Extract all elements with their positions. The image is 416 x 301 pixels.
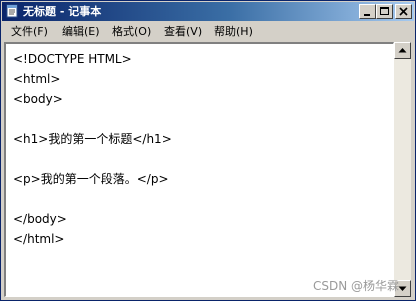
notepad-icon[interactable] bbox=[5, 4, 19, 18]
maximize-icon bbox=[380, 7, 389, 15]
vertical-scrollbar[interactable] bbox=[394, 42, 411, 297]
editor-content[interactable]: <!DOCTYPE HTML> <html> <body> <h1>我的第一个标… bbox=[13, 49, 172, 249]
menu-view[interactable]: 查看(V) bbox=[164, 25, 202, 39]
editor-line[interactable]: <!DOCTYPE HTML> bbox=[13, 49, 172, 69]
editor-line[interactable]: </body> bbox=[13, 209, 172, 229]
menu-help[interactable]: 帮助(H) bbox=[214, 25, 253, 39]
editor-line[interactable] bbox=[13, 189, 172, 209]
minimize-icon bbox=[364, 14, 370, 16]
editor-line[interactable] bbox=[13, 149, 172, 169]
minimize-button[interactable] bbox=[359, 4, 376, 19]
close-icon bbox=[399, 7, 408, 16]
scroll-up-button[interactable] bbox=[394, 42, 411, 59]
menu-format[interactable]: 格式(O) bbox=[112, 25, 151, 39]
editor-line[interactable] bbox=[13, 109, 172, 129]
window-title: 无标题 - 记事本 bbox=[23, 5, 102, 18]
arrow-up-icon bbox=[398, 48, 407, 53]
editor-line[interactable]: <h1>我的第一个标题</h1> bbox=[13, 129, 172, 149]
menu-bar: 文件(F) 编辑(E) 格式(O) 查看(V) 帮助(H) bbox=[2, 22, 414, 42]
menu-edit[interactable]: 编辑(E) bbox=[62, 25, 100, 39]
close-button[interactable] bbox=[395, 4, 412, 19]
editor-line[interactable]: </html> bbox=[13, 229, 172, 249]
editor-line[interactable]: <p>我的第一个段落。</p> bbox=[13, 169, 172, 189]
maximize-button[interactable] bbox=[376, 4, 393, 19]
editor-line[interactable]: <body> bbox=[13, 89, 172, 109]
editor-line[interactable]: <html> bbox=[13, 69, 172, 89]
notepad-window: 无标题 - 记事本 文件(F) 编辑(E) 格式(O) 查看(V) 帮助(H) … bbox=[0, 0, 416, 301]
watermark-text: CSDN @杨华霖 bbox=[312, 279, 399, 293]
title-bar[interactable]: 无标题 - 记事本 bbox=[2, 2, 414, 21]
text-editor-area[interactable]: <!DOCTYPE HTML> <html> <body> <h1>我的第一个标… bbox=[4, 42, 394, 297]
menu-file[interactable]: 文件(F) bbox=[11, 25, 48, 39]
